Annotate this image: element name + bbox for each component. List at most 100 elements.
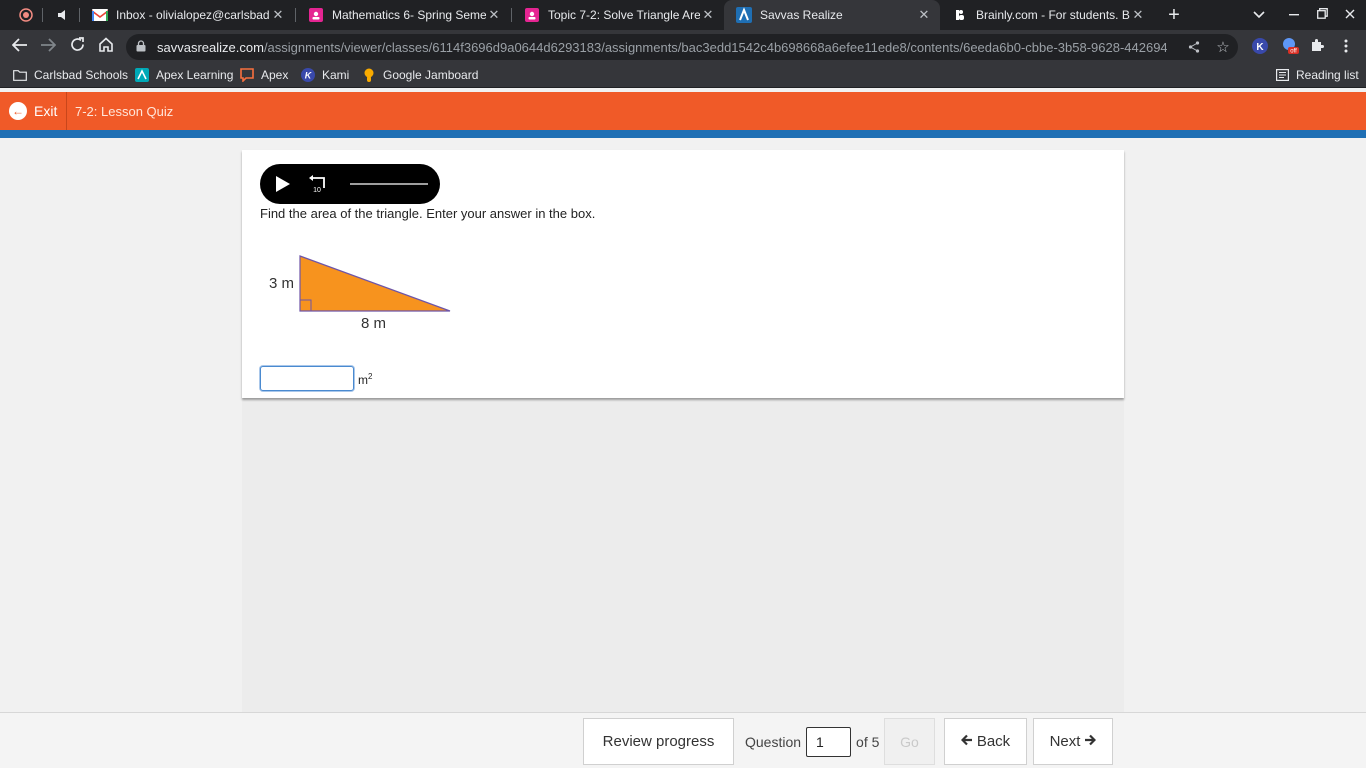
bookmark-carlsbad-schools[interactable]: Carlsbad Schools (12, 63, 128, 87)
classroom-icon (524, 7, 540, 23)
restore-button[interactable] (1308, 0, 1336, 30)
extension-badge: off (1290, 48, 1297, 54)
plus-icon: + (1168, 3, 1180, 26)
kami-extension-button[interactable]: K (1249, 36, 1271, 58)
tab-audio[interactable] (43, 0, 78, 30)
tab-mathematics-6[interactable]: Mathematics 6- Spring Semester ✕ (296, 0, 510, 30)
svg-text:10: 10 (313, 187, 321, 194)
tab-title: Inbox - olivialopez@carlsbadsch (116, 8, 270, 22)
tab-search-button[interactable] (1246, 0, 1272, 30)
reading-list-button[interactable]: Reading list (1274, 63, 1359, 87)
tab-recording[interactable] (6, 0, 42, 30)
close-icon[interactable]: ✕ (1130, 7, 1146, 23)
question-number-input[interactable] (806, 726, 852, 757)
url-path: /assignments/viewer/classes/6114f3696d9a… (263, 39, 1167, 55)
chevron-down-icon (1253, 6, 1265, 24)
minimize-button[interactable] (1280, 0, 1308, 30)
url-host: savvasrealize.com (157, 39, 264, 55)
next-button[interactable]: Next (1033, 718, 1113, 765)
back-label: Back (976, 733, 1011, 750)
rewind-10-icon: 10 (309, 175, 325, 194)
home-button[interactable] (92, 30, 120, 63)
apex-learning-icon (134, 67, 150, 83)
tab-title: Mathematics 6- Spring Semester (332, 8, 486, 22)
arrow-right-icon (40, 37, 57, 57)
bookmark-label: Google Jamboard (383, 68, 479, 82)
reload-icon (70, 36, 85, 57)
more-vertical-icon (1344, 39, 1348, 56)
audio-progress-track[interactable] (350, 183, 428, 185)
play-button[interactable] (273, 175, 291, 193)
jamboard-icon (361, 67, 377, 83)
extension-button[interactable]: off (1279, 36, 1301, 58)
play-icon (276, 176, 290, 192)
folder-icon (12, 67, 28, 83)
rewind-10-button[interactable]: 10 (308, 174, 330, 194)
question-prompt: Find the area of the triangle. Enter you… (260, 206, 596, 221)
arrow-right-icon (1084, 733, 1097, 750)
minimize-icon (1289, 6, 1299, 24)
extensions-menu-button[interactable] (1306, 36, 1328, 58)
answer-input[interactable] (260, 366, 354, 391)
classroom-icon (308, 7, 324, 23)
bookmark-apex[interactable]: Apex (239, 63, 288, 87)
tab-title: Savvas Realize (760, 8, 843, 22)
triangle-shape (299, 255, 451, 312)
forward-nav-button[interactable] (34, 30, 62, 63)
exit-button[interactable]: ← Exit (9, 92, 57, 130)
arrow-left-circle-icon: ← (9, 102, 27, 120)
star-icon[interactable]: ☆ (1212, 34, 1234, 60)
base-label: 8 m (361, 315, 386, 332)
bookmark-apex-learning[interactable]: Apex Learning (134, 63, 233, 87)
back-nav-button[interactable] (6, 30, 34, 63)
close-icon[interactable]: ✕ (916, 7, 932, 23)
bookmark-label: Apex Learning (156, 68, 234, 82)
kami-icon: K (1252, 37, 1268, 57)
arrow-left-icon (960, 733, 973, 750)
close-icon[interactable]: ✕ (700, 7, 716, 23)
quiz-footer-nav: Review progress Question of 5 Go Back Ne… (0, 712, 1366, 768)
review-progress-label: Review progress (602, 733, 715, 750)
speaker-icon (55, 7, 71, 23)
tab-savvas-realize[interactable]: Savvas Realize ✕ (724, 0, 940, 30)
new-tab-button[interactable]: + (1160, 0, 1188, 30)
quiz-header: ← Exit 7-2: Lesson Quiz (0, 92, 1366, 130)
close-icon[interactable]: ✕ (270, 7, 286, 23)
close-window-button[interactable] (1336, 0, 1364, 30)
browser-toolbar: savvasrealize.com/assignments/viewer/cla… (0, 30, 1366, 63)
restore-icon (1316, 6, 1328, 24)
tab-title: Topic 7-2: Solve Triangle Area Pr (548, 8, 700, 22)
question-total: of 5 (856, 733, 880, 750)
header-divider (66, 92, 67, 130)
question-label: Question (745, 733, 802, 750)
tab-topic-7-2[interactable]: Topic 7-2: Solve Triangle Area Pr ✕ (512, 0, 724, 30)
back-button[interactable]: Back (944, 718, 1027, 765)
exit-label: Exit (34, 103, 58, 119)
browser-menu-button[interactable] (1335, 36, 1357, 58)
browser-tab-strip: Inbox - olivialopez@carlsbadsch ✕ Mathem… (0, 0, 1366, 30)
bookmark-label: Kami (322, 68, 350, 82)
address-bar[interactable]: savvasrealize.com/assignments/viewer/cla… (126, 34, 1238, 60)
close-icon[interactable]: ✕ (486, 7, 502, 23)
brainly-icon (952, 7, 968, 23)
triangle-figure: 3 m 8 m (260, 246, 460, 346)
go-label: Go (900, 733, 919, 750)
reading-list-label: Reading list (1296, 68, 1359, 82)
bookmark-google-jamboard[interactable]: Google Jamboard (361, 63, 478, 87)
share-icon[interactable] (1183, 34, 1205, 60)
kami-icon: K (300, 67, 316, 83)
audio-player: 10 (260, 164, 440, 204)
bookmark-label: Carlsbad Schools (34, 68, 129, 82)
tab-gmail-inbox[interactable]: Inbox - olivialopez@carlsbadsch ✕ (80, 0, 294, 30)
tab-brainly[interactable]: Brainly.com - For students. By st ✕ (940, 0, 1154, 30)
chat-bubble-icon (239, 67, 255, 83)
bookmarks-bar: Carlsbad Schools Apex Learning Apex K Ka… (0, 63, 1366, 88)
quiz-title: 7-2: Lesson Quiz (75, 103, 174, 119)
go-button[interactable]: Go (884, 718, 935, 765)
bookmark-kami[interactable]: K Kami (300, 63, 349, 87)
record-icon (18, 7, 34, 23)
tab-title: Brainly.com - For students. By st (976, 8, 1130, 22)
puzzle-icon (1310, 38, 1325, 56)
review-progress-button[interactable]: Review progress (583, 718, 734, 765)
reload-button[interactable] (63, 30, 91, 63)
